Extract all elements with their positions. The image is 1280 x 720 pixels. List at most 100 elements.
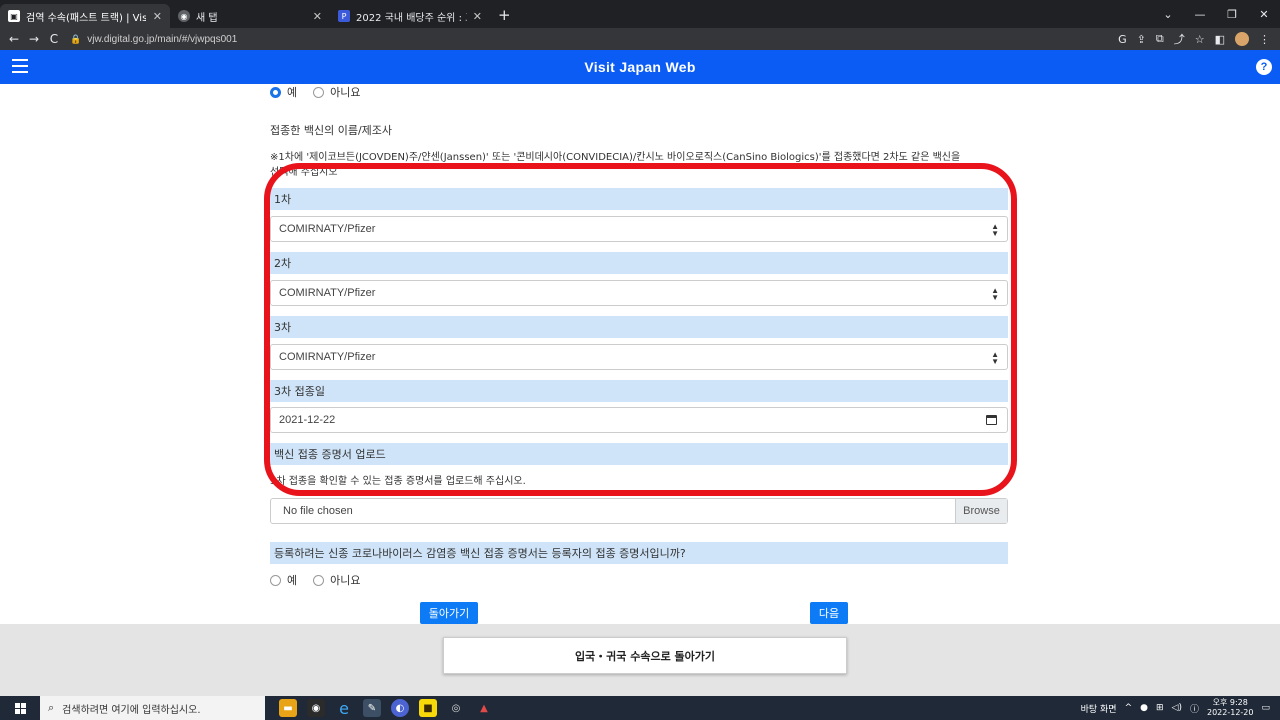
dose2-label: 2차	[270, 252, 1008, 274]
dose3-select[interactable]: COMIRNATY/Pfizer ▲ ▼	[270, 344, 1008, 370]
dose3-date-label: 3차 접종일	[270, 380, 1008, 402]
close-icon[interactable]: ✕	[307, 10, 322, 23]
share-page-icon[interactable]: ⤴	[1174, 31, 1185, 47]
select-caret-icon: ▲ ▼	[991, 222, 999, 238]
dose3-label: 3차	[270, 316, 1008, 338]
edge-icon[interactable]: e	[335, 699, 353, 718]
hamburger-menu-icon[interactable]	[12, 59, 28, 73]
select-caret-icon: ▲ ▼	[991, 286, 999, 302]
reload-icon[interactable]: C	[44, 32, 64, 46]
p-favicon-icon: P	[338, 10, 350, 22]
restore-icon[interactable]: ❐	[1216, 8, 1248, 21]
radio-no[interactable]	[313, 574, 325, 586]
next-button[interactable]: 다음	[810, 602, 848, 624]
tab-label: 새 탭	[196, 12, 218, 24]
ime-icon[interactable]: ⓘ	[1190, 702, 1199, 715]
radio-yes-label: 예	[287, 86, 298, 99]
calendar-icon[interactable]	[986, 415, 997, 425]
dose2-select[interactable]: COMIRNATY/Pfizer ▲ ▼	[270, 280, 1008, 306]
site-header: Visit Japan Web ?	[0, 50, 1280, 84]
radio-no-label: 아니요	[330, 574, 361, 587]
extension-toolbar: G ⇪ ⧉ ⤴ ☆ ◧ ⋮	[1118, 31, 1280, 47]
windows-taskbar: ⌕ 검색하려면 여기에 입력하십시오. ▬ ◉ e ✎ ◐ ■ ◎ ▲ 바탕 화…	[0, 696, 1280, 720]
dose3-value: COMIRNATY/Pfizer	[279, 351, 376, 363]
clock-date: 2022-12-20	[1206, 708, 1254, 717]
taskbar-apps: ▬ ◉ e ✎ ◐ ■ ◎ ▲	[279, 699, 493, 718]
dose3-date-value: 2021-12-22	[279, 414, 336, 426]
ownership-question: 등록하려는 신종 코로나바이러스 감염증 백신 접종 증명서는 등록자의 접종 …	[270, 542, 1008, 564]
radio-yes-label: 예	[287, 574, 298, 587]
browser-tab-bar: ▣ 검역 수속(패스트 트랙) | Visit Ja ✕ ◉ 새 탭 ✕ P 2…	[0, 0, 1280, 28]
site-title: Visit Japan Web	[584, 59, 696, 75]
dose1-value: COMIRNATY/Pfizer	[279, 223, 376, 235]
radio-yes-selected[interactable]	[270, 86, 281, 98]
address-bar: ← → C 🔒 vjw.digital.go.jp/main/#/vjwpqs0…	[0, 28, 1280, 50]
window-close-icon[interactable]: ✕	[1248, 8, 1280, 21]
taskbar-search-input[interactable]: ⌕ 검색하려면 여기에 입력하십시오.	[40, 696, 265, 720]
file-placeholder: No file chosen	[283, 505, 353, 517]
minimize-icon[interactable]: —	[1184, 8, 1216, 21]
upload-label: 백신 접종 증명서 업로드	[270, 443, 1008, 465]
vaccine-name-label: 접종한 백신의 이름/제조사	[270, 124, 393, 137]
bottom-radio-group: 예 아니요	[270, 572, 371, 588]
app-icon[interactable]: ◐	[391, 699, 409, 717]
file-explorer-icon[interactable]: ▬	[279, 699, 297, 717]
dose1-select[interactable]: COMIRNATY/Pfizer ▲ ▼	[270, 216, 1008, 242]
app-icon[interactable]: ▲	[475, 699, 493, 717]
close-icon[interactable]: ✕	[467, 10, 482, 23]
top-radio-group: 예 아니요	[270, 84, 371, 100]
radio-no[interactable]	[313, 86, 325, 98]
chrome-icon[interactable]: ◉	[307, 699, 325, 717]
select-caret-icon: ▲ ▼	[991, 350, 999, 366]
upload-instruction: 3차 접종을 확인할 수 있는 접종 증명서를 업로드해 주십시오.	[270, 476, 526, 487]
tab-search-chevron-icon[interactable]: ⌄	[1152, 8, 1184, 21]
help-question-icon[interactable]: ?	[1256, 59, 1272, 75]
certificate-file-input[interactable]: No file chosen Browse	[270, 498, 1008, 524]
more-menu-icon[interactable]: ⋮	[1259, 33, 1270, 46]
url-text: vjw.digital.go.jp/main/#/vjwpqs001	[87, 33, 238, 45]
tab-label: 2022 국내 배당주 순위 : 고배당	[356, 12, 467, 24]
dose1-label: 1차	[270, 188, 1008, 210]
taskbar-clock[interactable]: 오후 9:28 2022-12-20	[1207, 698, 1254, 718]
vaccine-note-cont: 선택해 주십시오	[270, 167, 338, 178]
windows-start-icon[interactable]	[0, 702, 40, 714]
bookmark-star-icon[interactable]: ☆	[1195, 33, 1205, 46]
new-tab-plus-icon[interactable]: +	[490, 6, 519, 28]
clock-time: 오후 9:28	[1212, 698, 1248, 707]
lock-icon: 🔒	[70, 33, 82, 44]
search-icon: ⌕	[48, 701, 55, 714]
back-button[interactable]: 돌아가기	[420, 602, 478, 624]
tab-new[interactable]: ◉ 새 탭 ✕	[170, 4, 330, 28]
obs-icon[interactable]: ◎	[447, 699, 465, 717]
google-icon[interactable]: G	[1118, 33, 1127, 46]
close-icon[interactable]: ✕	[147, 10, 162, 23]
page-favicon-icon: ▣	[8, 10, 20, 22]
share-icon[interactable]: ⇪	[1137, 33, 1146, 46]
browse-button[interactable]: Browse	[955, 499, 1007, 523]
vaccine-note: ※1차에 '제이코브든(JCOVDEN)주/얀센(Janssen)' 또는 '콘…	[270, 152, 961, 163]
notification-icon[interactable]: ▭	[1261, 703, 1270, 713]
volume-icon[interactable]: ◁)	[1172, 703, 1182, 713]
taskbar-search-placeholder: 검색하려면 여기에 입력하십시오.	[62, 704, 201, 716]
desktop-label[interactable]: 바탕 화면	[1081, 702, 1117, 715]
radio-yes[interactable]	[270, 574, 281, 586]
window-controls: ⌄ — ❐ ✕	[1152, 0, 1280, 28]
dose3-date-input[interactable]: 2021-12-22	[270, 407, 1008, 433]
translate-icon[interactable]: ⧉	[1156, 32, 1164, 46]
app-icon[interactable]: ✎	[363, 699, 381, 717]
radio-no-label: 아니요	[330, 86, 361, 99]
tab-visit-japan[interactable]: ▣ 검역 수속(패스트 트랙) | Visit Ja ✕	[0, 4, 170, 28]
kakaotalk-icon[interactable]: ■	[419, 699, 437, 717]
url-field[interactable]: 🔒 vjw.digital.go.jp/main/#/vjwpqs001	[70, 34, 237, 45]
tab-dividend[interactable]: P 2022 국내 배당주 순위 : 고배당 ✕	[330, 4, 490, 28]
network-icon[interactable]: ⊞	[1156, 703, 1164, 713]
forward-arrow-icon[interactable]: →	[24, 32, 44, 46]
return-to-procedures-button[interactable]: 입국・귀국 수속으로 돌아가기	[443, 637, 847, 674]
back-arrow-icon[interactable]: ←	[4, 32, 24, 46]
tab-label: 검역 수속(패스트 트랙) | Visit Ja	[26, 12, 146, 24]
system-tray: 바탕 화면 ^ ● ⊞ ◁) ⓘ 오후 9:28 2022-12-20 ▭	[1081, 698, 1280, 718]
profile-avatar[interactable]	[1235, 32, 1249, 46]
chevron-up-icon[interactable]: ^	[1125, 703, 1133, 713]
microphone-icon[interactable]: ●	[1140, 703, 1148, 713]
side-panel-icon[interactable]: ◧	[1215, 33, 1225, 46]
